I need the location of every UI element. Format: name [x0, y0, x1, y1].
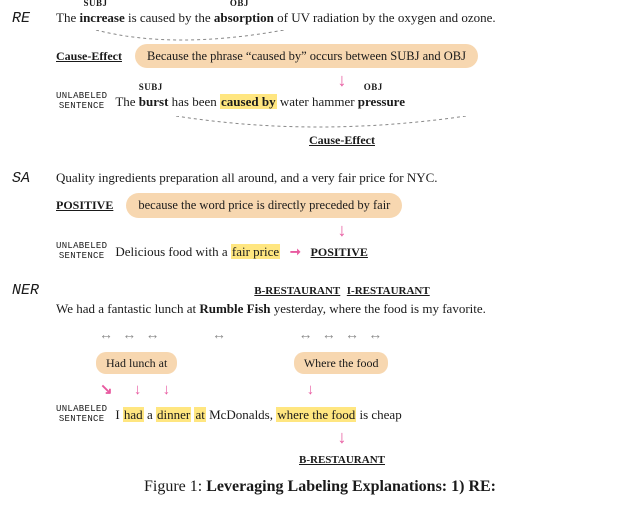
txt: is cheap	[356, 407, 401, 422]
pink-arrow-right-icon: ➞	[290, 244, 301, 259]
re-u-subj: burst	[139, 94, 169, 109]
sa-explanation-bubble: because the word price is directly prece…	[126, 193, 402, 218]
obj-role: OBJ	[364, 81, 383, 95]
sa-sentence: Quality ingredients preparation all arou…	[56, 168, 628, 188]
re-label-row: Cause-Effect Because the phrase “caused …	[56, 44, 628, 69]
task-sa: SA Quality ingredients preparation all a…	[12, 168, 628, 262]
pink-arrow-icon: ↓	[134, 386, 142, 395]
sa-unlabeled-row: UNLABELED SENTENCE Delicious food with a…	[56, 242, 628, 262]
txt: Delicious food with a	[115, 244, 231, 259]
subj-role: SUBJ	[83, 0, 107, 11]
unlabeled-tag: UNLABELED SENTENCE	[56, 242, 107, 262]
txt: I	[115, 407, 123, 422]
caption-prefix: Figure 1:	[144, 478, 206, 495]
re-unlabeled-row: UNLABELED SENTENCE The SUBJburst has bee…	[56, 92, 628, 112]
double-arrow-icon: ↔	[143, 325, 163, 346]
ner-ent1: Rumble	[199, 301, 243, 316]
hl: had	[123, 407, 144, 422]
ner-expl2-bubble: Where the food	[294, 352, 389, 374]
dash-connector	[56, 30, 628, 44]
re-label-out: Cause-Effect	[309, 133, 375, 147]
pink-arrow-icon: ↓	[163, 386, 171, 395]
double-arrow-icon: ↔	[96, 325, 116, 346]
re-sentence: The SUBJincrease is caused by the OBJabs…	[56, 8, 628, 28]
re-obj: absorption	[214, 10, 274, 25]
ner-pink-arrows: ↘ ↓ ↓ ↓	[56, 380, 628, 400]
task-re: RE The SUBJincrease is caused by the OBJ…	[12, 8, 628, 150]
ner-ent2: Fish	[247, 301, 271, 316]
re-subj: increase	[79, 10, 124, 25]
ner-tag-b: B-RESTAURANT	[254, 285, 340, 297]
unlabeled-tag: UNLABELED SENTENCE	[56, 405, 107, 425]
ner-expl1-bubble: Had lunch at	[96, 352, 177, 374]
dash-connector	[56, 116, 628, 130]
txt: McDonalds,	[206, 407, 276, 422]
ner-sentence: We had a fantastic lunch at Rumble Fish …	[56, 299, 628, 319]
hl: where the food	[276, 407, 356, 422]
txt: is caused by the	[125, 10, 214, 25]
sa-unlabeled-sentence: Delicious food with a fair price ➞ POSIT…	[115, 242, 368, 262]
pink-arrow-icon: ↓	[338, 75, 347, 86]
txt: of UV radiation by the oxygen and ozone.	[274, 10, 496, 25]
pink-arrow-icon: ↓	[338, 432, 347, 443]
re-u-obj: pressure	[358, 94, 405, 109]
task-label-sa: SA	[12, 170, 30, 187]
hl: dinner	[156, 407, 191, 422]
double-arrow-icon: ↔	[342, 325, 362, 346]
pink-arrow-icon: ↓	[338, 225, 347, 236]
figure-caption: Figure 1: Leveraging Labeling Explanatio…	[12, 478, 628, 496]
ner-unlabeled-row: UNLABELED SENTENCE I had a dinner at McD…	[56, 405, 628, 425]
ner-tag-out: B-RESTAURANT	[299, 454, 385, 466]
double-arrow-icon: ↔	[365, 325, 385, 346]
re-label: Cause-Effect	[56, 49, 122, 63]
subj-role: SUBJ	[139, 81, 163, 95]
ner-unlabeled-sentence: I had a dinner at McDonalds, where the f…	[115, 405, 401, 425]
txt: has been	[168, 94, 220, 109]
ner-tag-i: I-RESTAURANT	[347, 285, 430, 297]
txt: The	[56, 10, 79, 25]
sa-label: POSITIVE	[56, 198, 113, 212]
pink-arrow-icon: ↘	[100, 386, 113, 395]
double-arrow-icon: ↔	[209, 325, 229, 346]
txt: water hammer	[277, 94, 358, 109]
task-label-re: RE	[12, 10, 30, 27]
txt: a	[144, 407, 156, 422]
re-unlabeled-sentence: The SUBJburst has been caused by water h…	[115, 92, 405, 112]
double-arrow-icon: ↔	[296, 325, 316, 346]
sa-label-out: POSITIVE	[311, 245, 368, 259]
double-arrow-icon: ↔	[319, 325, 339, 346]
obj-role: OBJ	[230, 0, 249, 11]
sa-u-highlight: fair price	[231, 244, 280, 259]
pink-arrow-icon: ↓	[307, 386, 315, 395]
ner-gray-arrows: ↔ ↔ ↔ ↔ ↔ ↔ ↔ ↔	[56, 325, 628, 346]
sa-label-row: POSITIVE because the word price is direc…	[56, 193, 628, 218]
task-ner: NER B-RESTAURANT I-RESTAURANT We had a f…	[12, 280, 628, 469]
txt: The	[115, 94, 138, 109]
re-explanation-bubble: Because the phrase “caused by” occurs be…	[135, 44, 478, 69]
re-u-highlight: caused by	[220, 94, 277, 109]
txt: We had a fantastic lunch at	[56, 301, 199, 316]
txt: yesterday, where the food is my favorite…	[271, 301, 486, 316]
unlabeled-tag: UNLABELED SENTENCE	[56, 92, 107, 112]
caption-title: Leveraging Labeling Explanations: 1) RE:	[206, 478, 496, 495]
double-arrow-icon: ↔	[119, 325, 139, 346]
task-label-ner: NER	[12, 282, 39, 299]
ner-bubble-row: Had lunch at Where the food	[56, 352, 628, 374]
hl: at	[194, 407, 205, 422]
